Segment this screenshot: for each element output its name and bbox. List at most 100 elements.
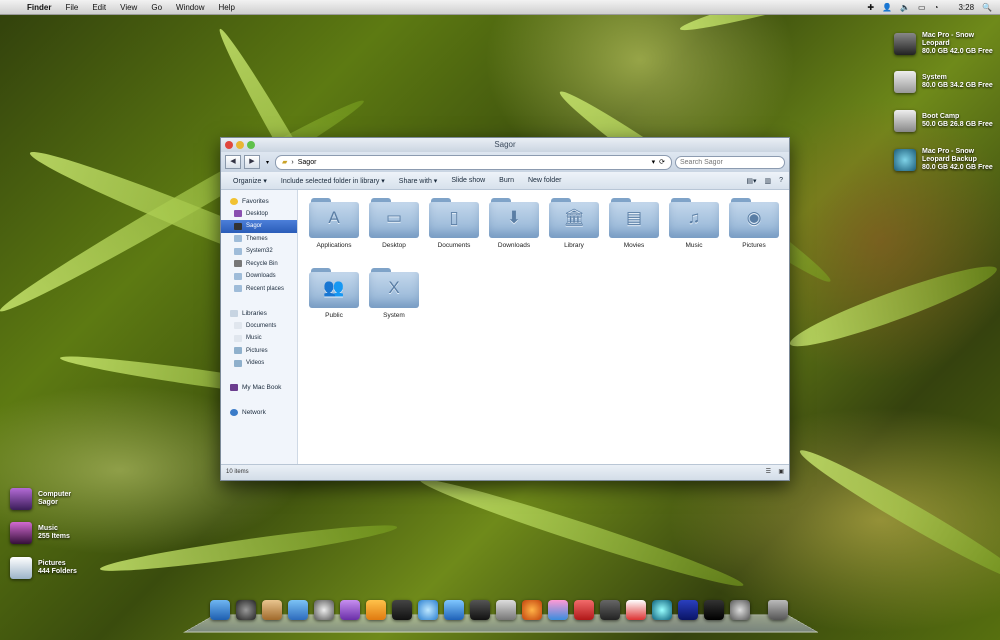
- apple-drive-icon: [894, 33, 916, 55]
- star-app-icon[interactable]: [626, 600, 646, 620]
- folder-desktop[interactable]: ▭ Desktop: [364, 198, 424, 249]
- window-switcher-icon[interactable]: [600, 600, 620, 620]
- large-icons-view-icon[interactable]: ▣: [778, 465, 784, 480]
- search-input[interactable]: [675, 155, 785, 169]
- menu-edit[interactable]: Edit: [85, 3, 113, 12]
- wifi-icon[interactable]: ◔: [934, 3, 939, 12]
- share-with-button[interactable]: Share with ▾: [392, 177, 445, 185]
- app-store-icon[interactable]: [418, 600, 438, 620]
- zoom-icon[interactable]: [247, 141, 255, 149]
- sidebar-item-documents[interactable]: Documents: [221, 320, 297, 333]
- spotlight-search-icon[interactable]: 🔍: [982, 3, 992, 12]
- menu-window[interactable]: Window: [169, 3, 211, 12]
- itunes-icon[interactable]: [340, 600, 360, 620]
- file-list: A Applications ▭ Desktop ▯ Documents ⬇ Downl…: [298, 190, 789, 464]
- mail-icon[interactable]: [288, 600, 308, 620]
- pictures-folder-icon: [10, 557, 32, 579]
- recent-places-icon: [234, 285, 242, 293]
- sidebar-item-sagor[interactable]: Sagor: [221, 220, 297, 233]
- menu-file[interactable]: File: [58, 3, 85, 12]
- trash-icon[interactable]: [768, 600, 788, 620]
- folder-downloads[interactable]: ⬇ Downloads: [484, 198, 544, 249]
- pdf-reader-icon[interactable]: [574, 600, 594, 620]
- desktop-drive-backup[interactable]: Mac Pro - Snow Leopard Backup 80.0 GB 42.0…: [894, 148, 993, 172]
- slide-show-button[interactable]: Slide show: [444, 177, 492, 184]
- recent-pages-icon[interactable]: ▾: [266, 159, 269, 166]
- refresh-icon[interactable]: ⟳: [659, 158, 665, 166]
- sidebar-network[interactable]: Network: [221, 406, 297, 419]
- sidebar-my-mac-book[interactable]: My Mac Book: [221, 382, 297, 395]
- window-titlebar[interactable]: Sagor: [221, 138, 789, 152]
- desktop-music[interactable]: Music 255 Items: [10, 522, 70, 544]
- sidebar-item-pictures[interactable]: Pictures: [221, 345, 297, 358]
- folder-system[interactable]: X System: [364, 268, 424, 319]
- menu-help[interactable]: Help: [211, 3, 241, 12]
- photos-icon[interactable]: [548, 600, 568, 620]
- finder-icon[interactable]: [210, 600, 230, 620]
- sidebar-item-recent-places[interactable]: Recent places: [221, 283, 297, 296]
- back-button[interactable]: ◀: [225, 155, 241, 169]
- desktop-drive-system[interactable]: System 80.0 GB 34.2 GB Free: [894, 71, 993, 93]
- forward-button[interactable]: ▶: [244, 155, 260, 169]
- close-icon[interactable]: [225, 141, 233, 149]
- sidebar-item-music[interactable]: Music: [221, 332, 297, 345]
- sidebar-item-themes[interactable]: Themes: [221, 233, 297, 246]
- desktop-pictures[interactable]: Pictures 444 Folders: [10, 557, 77, 579]
- folder-pictures[interactable]: ◉ Pictures: [724, 198, 784, 249]
- folder-music[interactable]: ♫ Music: [664, 198, 724, 249]
- sidebar-item-recycle-bin[interactable]: Recycle Bin: [221, 258, 297, 271]
- view-options-icon[interactable]: ▤▾: [746, 177, 756, 185]
- folder-applications[interactable]: A Applications: [304, 198, 364, 249]
- sidebar-item-videos[interactable]: Videos: [221, 357, 297, 370]
- time-machine-icon[interactable]: [652, 600, 672, 620]
- folder-documents[interactable]: ▯ Documents: [424, 198, 484, 249]
- sidebar-item-system32[interactable]: System32: [221, 245, 297, 258]
- libraries-icon: [230, 309, 238, 317]
- clock[interactable]: 3:28: [958, 3, 974, 12]
- minimize-icon[interactable]: [236, 141, 244, 149]
- menu-view[interactable]: View: [113, 3, 144, 12]
- preview-pane-icon[interactable]: ▥: [764, 177, 771, 185]
- terminal-icon[interactable]: [392, 600, 412, 620]
- folder-library[interactable]: 🏛 Library: [544, 198, 604, 249]
- folder-movies[interactable]: ▤ Movies: [604, 198, 664, 249]
- activity-monitor-icon[interactable]: [704, 600, 724, 620]
- laptop-icon: [230, 384, 238, 392]
- desktop-computer[interactable]: Computer Sagor: [10, 488, 71, 510]
- path-segment[interactable]: Sagor: [298, 159, 317, 166]
- battery-icon[interactable]: ▭: [918, 3, 926, 12]
- organize-button[interactable]: Organize ▾: [226, 177, 274, 185]
- address-book-icon[interactable]: [262, 600, 282, 620]
- sidebar-favorites[interactable]: Favorites: [221, 195, 297, 208]
- new-folder-button[interactable]: New folder: [521, 177, 568, 184]
- time-machine-drive-icon: [894, 149, 916, 171]
- photo-booth-icon[interactable]: [496, 600, 516, 620]
- details-view-icon[interactable]: ☰: [766, 465, 771, 480]
- user-icon[interactable]: 👤: [882, 3, 892, 12]
- burn-button[interactable]: Burn: [492, 177, 521, 184]
- path-dropdown-icon[interactable]: ▾: [652, 158, 656, 166]
- sidebar-item-desktop[interactable]: Desktop: [221, 208, 297, 221]
- help-icon[interactable]: ?: [779, 177, 783, 185]
- sidebar-libraries[interactable]: Libraries: [221, 307, 297, 320]
- sidebar-item-downloads[interactable]: Downloads: [221, 270, 297, 283]
- menu-go[interactable]: Go: [144, 3, 169, 12]
- dashboard-icon[interactable]: [236, 600, 256, 620]
- include-in-library-button[interactable]: Include selected folder in library ▾: [274, 177, 392, 185]
- ipod-icon[interactable]: [366, 600, 386, 620]
- volume-icon[interactable]: 🔈: [900, 3, 910, 12]
- system-preferences-icon[interactable]: [314, 600, 334, 620]
- files-icon[interactable]: [444, 600, 464, 620]
- firefox-icon[interactable]: [522, 600, 542, 620]
- photoshop-icon[interactable]: [678, 600, 698, 620]
- desktop-drive-boot-camp[interactable]: Boot Camp 50.0 GB 26.8 GB Free: [894, 110, 993, 132]
- desktop-drive-mac-pro[interactable]: Mac Pro - Snow Leopard 80.0 GB 42.0 GB Fre…: [894, 32, 993, 56]
- tools-icon[interactable]: [470, 600, 490, 620]
- path-field[interactable]: ▰ › Sagor ▾ ⟳: [275, 154, 672, 170]
- menu-app-name[interactable]: Finder: [20, 3, 58, 12]
- utilities-icon[interactable]: [730, 600, 750, 620]
- add-icon[interactable]: ✚: [867, 3, 874, 12]
- folder-public[interactable]: 👥 Public: [304, 268, 364, 319]
- trash-icon: [234, 260, 242, 268]
- folder-icon: [234, 235, 242, 243]
